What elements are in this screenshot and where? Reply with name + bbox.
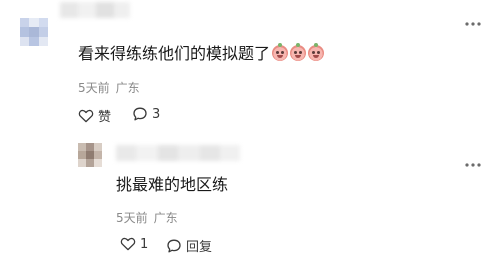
comment-item: 看来得练练他们的模拟题了 5天前 广东 赞 3	[0, 0, 504, 135]
reply-label: 回复	[186, 240, 213, 255]
timestamp: 5天前	[116, 211, 148, 225]
crying-face-emoji-icon	[308, 43, 325, 61]
username[interactable]	[60, 2, 130, 18]
like-label: 赞	[98, 110, 112, 125]
crying-face-emoji-icon	[272, 43, 289, 61]
reply-meta: 5天前 广东	[116, 209, 178, 226]
reply-button[interactable]: 3	[132, 106, 160, 122]
heart-icon	[120, 237, 136, 251]
like-button[interactable]: 1	[120, 236, 148, 252]
reply-text: 挑最难的地区练	[116, 175, 229, 194]
more-options-icon[interactable]	[464, 155, 482, 171]
location: 广东	[153, 211, 178, 225]
reply-count: 3	[152, 106, 161, 122]
location: 广东	[115, 81, 140, 95]
username[interactable]	[116, 145, 240, 161]
comment-bubble-icon	[133, 107, 147, 121]
comment-body: 看来得练练他们的模拟题了	[78, 44, 271, 63]
reply-item: 挑最难的地区练 5天前 广东 1 回复	[0, 135, 504, 263]
comment-text: 看来得练练他们的模拟题了	[78, 43, 325, 64]
reply-button[interactable]: 回复	[166, 236, 212, 255]
heart-icon	[78, 109, 94, 122]
like-button[interactable]: 赞	[78, 106, 111, 125]
comment-bubble-icon	[167, 239, 181, 252]
avatar[interactable]	[20, 18, 48, 46]
like-count: 1	[140, 236, 149, 252]
timestamp: 5天前	[78, 81, 110, 95]
more-options-icon[interactable]	[464, 14, 482, 30]
crying-face-emoji-icon	[290, 43, 307, 61]
comment-meta: 5天前 广东	[78, 79, 140, 96]
avatar[interactable]	[78, 143, 102, 167]
